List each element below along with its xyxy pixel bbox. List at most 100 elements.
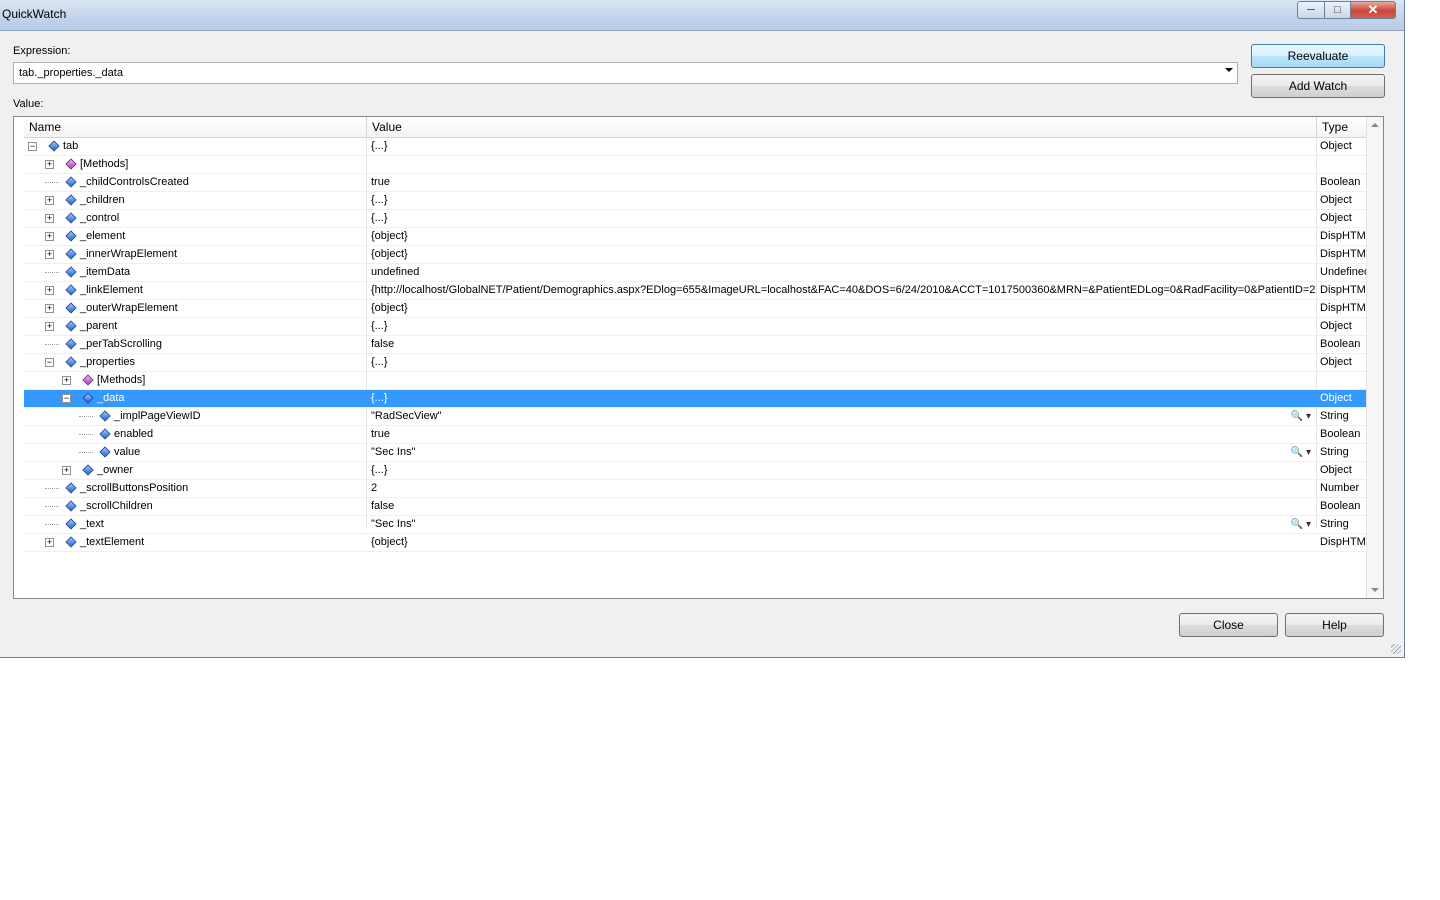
row-value[interactable] [371,372,1316,389]
row-value[interactable]: {object} [371,246,1316,263]
tree-row[interactable]: _perTabScrolling false Boolean [24,336,1367,354]
visualizer-icon[interactable]: 🔍 ▾ [1291,444,1311,461]
tree-row[interactable]: _implPageViewID "RadSecView" 🔍 ▾ String [24,408,1367,426]
expand-icon[interactable]: + [62,466,71,475]
scroll-down-icon[interactable] [1371,588,1379,592]
collapse-icon[interactable]: − [28,142,37,151]
maximize-button[interactable]: □ [1324,1,1351,19]
tree-row[interactable]: + _textElement {object} DispHTML [24,534,1367,552]
row-type: DispHTML [1320,284,1367,296]
tree-row[interactable]: + _parent {...} Object [24,318,1367,336]
tree-row[interactable]: enabled true Boolean [24,426,1367,444]
row-name: _innerWrapElement [80,248,178,260]
help-button[interactable]: Help [1285,613,1384,637]
row-value[interactable]: "Sec Ins" [371,516,1316,533]
tree-row[interactable]: _itemData undefined Undefined [24,264,1367,282]
close-button[interactable]: Close [1179,613,1278,637]
expand-icon[interactable]: + [45,250,54,259]
collapse-icon[interactable]: − [45,358,54,367]
expand-icon[interactable]: + [45,214,54,223]
field-icon [65,536,77,548]
row-name: _text [80,518,104,530]
expand-icon[interactable]: + [45,160,54,169]
expand-icon[interactable]: + [45,322,54,331]
row-value[interactable]: "Sec Ins" [371,444,1316,461]
expand-icon[interactable]: + [45,538,54,547]
field-icon [82,464,94,476]
column-header-name[interactable]: Name [24,117,366,137]
minimize-button[interactable]: ─ [1297,1,1325,19]
row-value[interactable]: true [371,426,1316,443]
row-value[interactable]: 2 [371,480,1316,497]
visualizer-icon[interactable]: 🔍 ▾ [1291,408,1311,425]
tree-row[interactable]: − _properties {...} Object [24,354,1367,372]
row-value[interactable]: {...} [371,138,1316,155]
tree-row[interactable]: value "Sec Ins" 🔍 ▾ String [24,444,1367,462]
row-value[interactable]: {...} [371,318,1316,335]
expression-combobox[interactable]: tab._properties._data [13,62,1238,84]
collapse-icon[interactable]: − [62,394,71,403]
row-value[interactable]: {...} [371,462,1316,479]
row-name: _children [80,194,125,206]
row-value[interactable]: {...} [371,192,1316,209]
tree-row[interactable]: + _owner {...} Object [24,462,1367,480]
tree-row[interactable]: _childControlsCreated true Boolean [24,174,1367,192]
tree-line [45,488,59,490]
expand-icon[interactable]: + [45,304,54,313]
expression-input[interactable]: tab._properties._data [19,67,123,79]
tree-row[interactable]: + _children {...} Object [24,192,1367,210]
tree-row[interactable]: + _innerWrapElement {object} DispHTML [24,246,1367,264]
tree-row[interactable]: − _data {...} Object [24,390,1367,408]
tree-row[interactable]: + _linkElement {http://localhost/GlobalNET… [24,282,1367,300]
row-type: DispHTML [1320,302,1367,314]
row-value[interactable]: {...} [371,210,1316,227]
field-icon [65,338,77,350]
tree-row[interactable]: + [Methods] [24,156,1367,174]
row-value[interactable]: undefined [371,264,1316,281]
column-header-type[interactable]: Type [1317,117,1367,137]
vertical-scrollbar[interactable] [1366,117,1383,598]
row-name: _itemData [80,266,131,278]
row-value[interactable]: {object} [371,300,1316,317]
tree-row[interactable]: + _element {object} DispHTML [24,228,1367,246]
expand-icon[interactable]: + [45,286,54,295]
add-watch-button[interactable]: Add Watch [1251,74,1385,98]
row-value[interactable]: {...} [371,354,1316,371]
row-name: enabled [114,428,154,440]
scroll-up-icon[interactable] [1371,123,1379,127]
tree-row[interactable]: + _outerWrapElement {object} DispHTML [24,300,1367,318]
tree-row[interactable]: + _control {...} Object [24,210,1367,228]
row-type: Object [1320,320,1352,332]
tree-row[interactable]: _scrollChildren false Boolean [24,498,1367,516]
row-value[interactable]: {object} [371,228,1316,245]
value-tree-grid[interactable]: Name Value Type − tab {...} Object + [Methods… [13,116,1384,599]
expand-icon[interactable]: + [62,376,71,385]
tree-row[interactable]: _text "Sec Ins" 🔍 ▾ String [24,516,1367,534]
window-title: QuickWatch [2,7,67,21]
title-bar[interactable]: QuickWatch ─ □ ✕ [0,0,1404,31]
row-value[interactable] [371,156,1316,173]
row-value[interactable]: {...} [371,390,1316,407]
field-icon [99,446,111,458]
reevaluate-button[interactable]: Reevaluate [1251,44,1385,68]
row-value[interactable]: true [371,174,1316,191]
resize-grip-icon[interactable] [1391,644,1401,654]
tree-line [45,272,59,274]
expand-icon[interactable]: + [45,196,54,205]
row-value[interactable]: {object} [371,534,1316,551]
window-close-button[interactable]: ✕ [1350,1,1396,19]
expand-icon[interactable]: + [45,232,54,241]
visualizer-icon[interactable]: 🔍 ▾ [1291,516,1311,533]
row-value[interactable]: "RadSecView" [371,408,1316,425]
tree-row[interactable]: _scrollButtonsPosition 2 Number [24,480,1367,498]
row-name: _scrollButtonsPosition [80,482,189,494]
column-header-value[interactable]: Value [367,117,1317,137]
row-value[interactable]: {http://localhost/GlobalNET/Patient/Demo… [371,282,1316,299]
row-value[interactable]: false [371,498,1316,515]
tree-row[interactable]: + [Methods] [24,372,1367,390]
tree-row[interactable]: − tab {...} Object [24,138,1367,156]
field-icon [99,410,111,422]
dropdown-arrow-icon[interactable] [1225,68,1233,72]
row-type: Boolean [1320,428,1361,440]
row-value[interactable]: false [371,336,1316,353]
